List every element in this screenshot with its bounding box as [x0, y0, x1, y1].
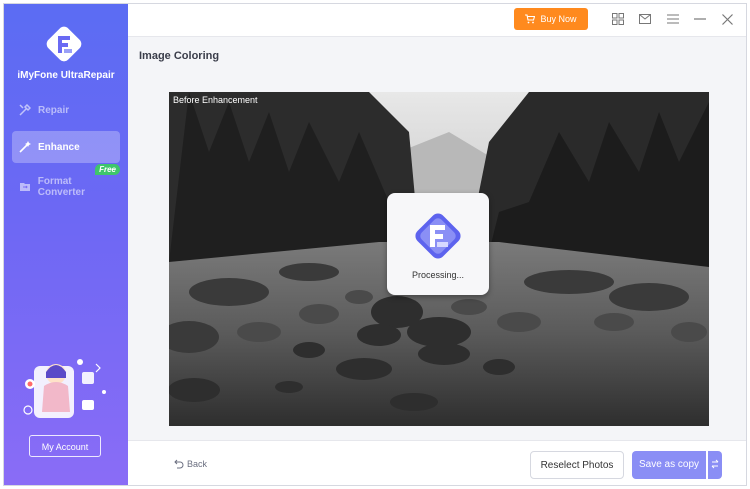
reselect-photos-button[interactable]: Reselect Photos	[530, 451, 624, 479]
my-account-button[interactable]: My Account	[29, 435, 101, 457]
sidebar: iMyFone UltraRepair Repair Enhance Forma…	[4, 4, 128, 485]
photo-preview: Before Enhancement Processing...	[169, 92, 709, 426]
sidebar-item-label: Repair	[38, 104, 70, 116]
buy-now-button[interactable]: Buy Now	[514, 8, 588, 30]
swap-icon	[711, 456, 719, 474]
magic-wand-icon	[18, 140, 32, 154]
back-button[interactable]: Back	[174, 459, 207, 469]
support-illustration	[20, 352, 110, 424]
sidebar-item-repair[interactable]: Repair	[12, 94, 120, 126]
app-name: iMyFone UltraRepair	[17, 70, 115, 81]
menu-icon[interactable]	[666, 12, 680, 26]
cart-icon	[525, 14, 536, 24]
processing-dialog: Processing...	[387, 193, 489, 295]
app-logo-icon	[42, 22, 86, 66]
tools-icon	[18, 103, 32, 117]
grid-icon[interactable]	[611, 12, 625, 26]
buy-now-label: Buy Now	[540, 14, 577, 24]
free-badge: Free	[95, 164, 120, 175]
sidebar-item-label: Format Converter	[37, 176, 85, 198]
processing-text: Processing...	[411, 270, 465, 280]
undo-arrow-icon	[174, 459, 184, 469]
save-as-copy-button[interactable]: Save as copy	[632, 451, 706, 479]
sidebar-item-enhance[interactable]: Enhance	[12, 131, 120, 163]
minimize-icon[interactable]	[693, 12, 707, 26]
app-window: iMyFone UltraRepair Repair Enhance Forma…	[3, 3, 747, 486]
page-title: Image Coloring	[139, 50, 220, 62]
folder-convert-icon	[18, 180, 32, 194]
before-enhancement-label: Before Enhancement	[173, 95, 258, 105]
sidebar-item-label: Enhance	[38, 141, 80, 153]
close-icon[interactable]	[720, 12, 734, 26]
save-options-button[interactable]	[708, 451, 722, 479]
bottom-bar: Back Reselect Photos Save as copy	[128, 440, 746, 485]
mail-icon[interactable]	[638, 12, 652, 26]
processing-logo-icon	[409, 207, 467, 265]
back-label: Back	[187, 459, 208, 469]
title-bar: Buy Now	[128, 4, 746, 37]
sidebar-item-format-converter[interactable]: Format Converter Free	[12, 164, 120, 203]
